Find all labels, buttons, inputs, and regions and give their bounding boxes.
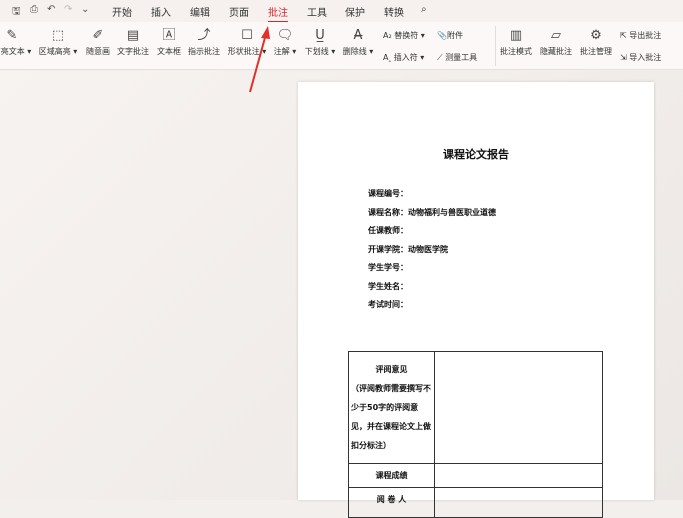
textbox-icon: 🄰	[162, 28, 176, 43]
brush-icon: ✐	[92, 28, 104, 43]
document-page: 课程论文报告 课程编号： 课程名称：动物福利与兽医职业道德 任课教师： 开课学院…	[298, 82, 654, 518]
import-comments-button[interactable]: ⇲ 导入批注	[620, 52, 661, 63]
grader-cell[interactable]	[434, 487, 603, 518]
review-note: （评阅教师需要撰写不少于50字的评阅意见，并在课程论文上做扣分标注）	[351, 384, 431, 450]
ribbon: ✎高亮文本 ▾ ⬚区域高亮 ▾ ✐随意画 ▤文字批注 🄰文本框 ⤴指示批注 ☐形…	[0, 22, 683, 70]
search-icon[interactable]: ⌕	[421, 4, 427, 15]
tab-convert[interactable]: 转换	[384, 4, 404, 19]
manage-comments-icon: ⚙	[590, 28, 602, 43]
attachment-button[interactable]: 📎附件	[437, 30, 463, 41]
hide-comments-button[interactable]: ▱ 隐藏批注	[540, 26, 572, 57]
highlight-text-button[interactable]: ✎高亮文本 ▾	[0, 26, 31, 57]
print-icon[interactable]: ⎙	[30, 4, 38, 15]
note-button[interactable]: 🗨 注解 ▾	[274, 26, 297, 57]
manage-comments-button[interactable]: ⚙ 批注管理	[580, 26, 612, 57]
strikethrough-button[interactable]: A̶ 删除线 ▾	[343, 26, 374, 57]
pen-icon: ✎	[6, 28, 18, 43]
underline-button[interactable]: U̲ 下划线 ▾	[305, 26, 336, 57]
replace-icon: A₂	[383, 31, 395, 40]
document-title: 课程论文报告	[443, 148, 509, 161]
comment-mode-icon: ▥	[509, 28, 523, 43]
area-highlight-icon: ⬚	[51, 28, 65, 43]
field-course-name: 课程名称：动物福利与兽医职业道德	[368, 208, 496, 217]
import-icon: ⇲	[620, 53, 630, 62]
ruler-icon: ⟋	[437, 53, 446, 62]
field-course-number: 课程编号：	[368, 189, 408, 198]
field-teacher: 任课教师：	[368, 226, 408, 235]
save-icon[interactable]: 🖫	[12, 4, 21, 21]
text-comment-icon: ▤	[126, 28, 140, 43]
tab-start[interactable]: 开始	[112, 4, 132, 19]
measure-button[interactable]: ⟋ 测量工具	[437, 52, 477, 63]
insert-mark-icon: A‸	[383, 53, 394, 62]
grade-cell[interactable]	[434, 463, 603, 488]
divider	[495, 26, 496, 66]
strikethrough-icon: A̶	[353, 28, 363, 43]
review-input-cell[interactable]	[434, 351, 603, 464]
field-student-name: 学生姓名：	[368, 282, 408, 291]
hide-comments-icon: ▱	[551, 28, 561, 43]
grader-label: 阅 卷 人	[348, 487, 435, 518]
undo-icon[interactable]: ↶	[47, 4, 55, 15]
redo-icon[interactable]: ↷	[64, 4, 72, 15]
review-table: 评阅意见 （评阅教师需要撰写不少于50字的评阅意见，并在课程论文上做扣分标注） 课…	[348, 351, 603, 518]
tab-page[interactable]: 页面	[229, 4, 249, 19]
grade-label: 课程成绩	[348, 463, 435, 488]
field-college: 开课学院：动物医学院	[368, 245, 448, 254]
tab-comment[interactable]: 批注	[268, 4, 288, 23]
field-student-id: 学生学号：	[368, 263, 408, 272]
pointer-comment-button[interactable]: ⤴ 指示批注	[188, 26, 220, 57]
export-comments-button[interactable]: ⇱ 导出批注	[620, 30, 661, 41]
text-comment-button[interactable]: ▤ 文字批注	[117, 26, 149, 57]
tab-insert[interactable]: 插入	[151, 4, 171, 19]
area-highlight-button[interactable]: ⬚ 区域高亮 ▾	[39, 26, 78, 57]
tab-tools[interactable]: 工具	[307, 4, 327, 19]
freehand-button[interactable]: ✐ 随意画	[86, 26, 110, 57]
square-icon: ☐	[241, 28, 253, 43]
title-bar: 🖫 ⎙ ↶ ↷ ⌄ 开始 插入 编辑 页面 批注 工具 保护 转换 ⌕	[0, 0, 683, 23]
review-label: 评阅意见	[375, 365, 408, 374]
tab-protect[interactable]: 保护	[345, 4, 365, 19]
shape-comment-button[interactable]: ☐ 形状批注 ▾	[228, 26, 267, 57]
textbox-button[interactable]: 🄰 文本框	[157, 26, 181, 57]
review-cell: 评阅意见 （评阅教师需要撰写不少于50字的评阅意见，并在课程论文上做扣分标注）	[348, 351, 435, 464]
pointer-comment-icon: ⤴	[197, 28, 211, 43]
note-icon: 🗨	[276, 28, 294, 43]
tab-edit[interactable]: 编辑	[190, 4, 210, 19]
export-icon: ⇱	[620, 31, 630, 40]
underline-icon: U̲	[315, 28, 325, 43]
comment-mode-button[interactable]: ▥ 批注模式	[500, 26, 532, 57]
replace-button[interactable]: A₂ 替换符 ▾	[383, 30, 425, 41]
paperclip-icon: 📎	[437, 31, 447, 40]
more-icon[interactable]: ⌄	[81, 4, 89, 15]
insert-mark-button[interactable]: A‸ 插入符 ▾	[383, 52, 424, 63]
field-exam-time: 考试时间：	[368, 300, 408, 309]
